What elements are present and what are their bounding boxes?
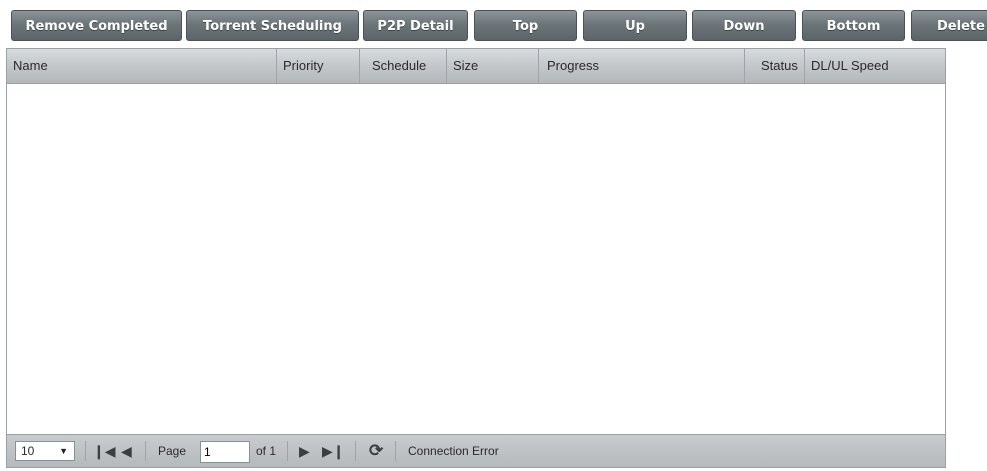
torrent-grid: Name Priority Schedule Size Progress Sta… — [6, 48, 946, 468]
torrent-scheduling-button[interactable]: Torrent Scheduling — [186, 10, 359, 41]
toolbar: Remove Completed Torrent Scheduling P2P … — [0, 0, 987, 44]
page-size-value: 10 — [21, 444, 35, 458]
last-page-icon[interactable]: ▶❙ — [322, 441, 345, 461]
separator — [287, 441, 288, 461]
first-page-icon[interactable]: ❙◀ — [93, 441, 116, 461]
move-down-button[interactable]: Down — [692, 10, 796, 41]
move-top-button[interactable]: Top — [474, 10, 577, 41]
remove-completed-button[interactable]: Remove Completed — [11, 10, 182, 41]
grid-header: Name Priority Schedule Size Progress Sta… — [7, 49, 945, 84]
move-bottom-button[interactable]: Bottom — [802, 10, 905, 41]
p2p-detail-button[interactable]: P2P Detail — [363, 10, 468, 41]
refresh-icon[interactable]: ⟳ — [369, 441, 383, 461]
column-header-priority[interactable]: Priority — [277, 49, 360, 83]
column-header-status[interactable]: Status — [745, 49, 805, 83]
page-label: Page — [158, 444, 187, 458]
move-up-button[interactable]: Up — [583, 10, 687, 41]
column-header-schedule[interactable]: Schedule — [360, 49, 447, 83]
separator — [395, 441, 396, 461]
next-page-icon[interactable]: ▶ — [299, 441, 310, 461]
column-header-size[interactable]: Size — [447, 49, 539, 83]
chevron-down-icon: ▼ — [59, 446, 68, 456]
page-count-label: of 1 — [256, 444, 277, 458]
separator — [145, 441, 146, 461]
page-size-select[interactable]: 10 ▼ — [15, 441, 75, 461]
grid-body — [7, 84, 945, 434]
column-header-dl-ul-speed[interactable]: DL/UL Speed — [805, 49, 945, 83]
column-header-name[interactable]: Name — [7, 49, 277, 83]
delete-button[interactable]: Delete — [911, 10, 987, 41]
separator — [355, 441, 356, 461]
column-header-progress[interactable]: Progress — [539, 49, 745, 83]
previous-page-icon[interactable]: ◀ — [121, 441, 132, 461]
page-number-input[interactable] — [200, 441, 250, 463]
pagination-bar: 10 ▼ ❙◀ ◀ Page of 1 ▶ ▶❙ ⟳ Connection Er… — [7, 434, 945, 467]
status-message: Connection Error — [408, 444, 499, 458]
separator — [85, 441, 86, 461]
